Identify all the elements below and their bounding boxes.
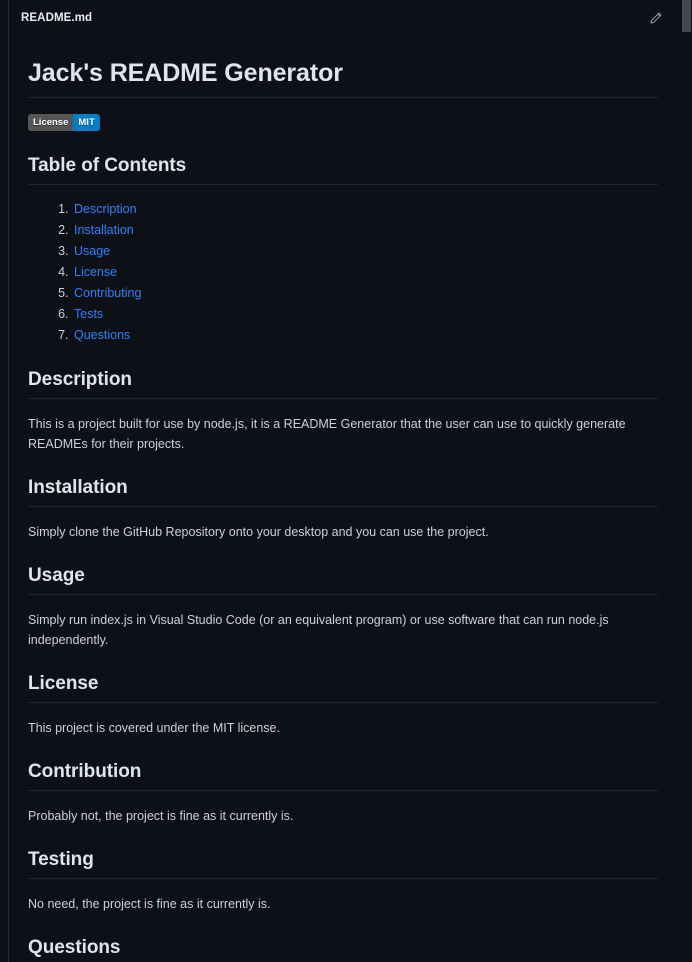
section-body-license: This project is covered under the MIT li…: [28, 721, 280, 735]
section-heading-contribution: Contribution: [28, 761, 658, 791]
toc-link-tests[interactable]: Tests: [74, 307, 103, 321]
section-heading-testing: Testing: [28, 849, 658, 879]
pencil-edit-icon[interactable]: [646, 8, 666, 28]
editor-tabbar: README.md: [0, 0, 692, 35]
section-body-installation: Simply clone the GitHub Repository onto …: [28, 525, 489, 539]
section-heading-usage: Usage: [28, 565, 658, 595]
section-body-usage: Simply run index.js in Visual Studio Cod…: [28, 613, 609, 647]
toc-heading: Table of Contents: [28, 155, 658, 185]
page-title: Jack's README Generator: [28, 59, 658, 98]
toc-link-contributing[interactable]: Contributing: [74, 286, 141, 300]
tab-readme-md[interactable]: README.md: [21, 12, 92, 24]
section-body-testing: No need, the project is fine as it curre…: [28, 897, 271, 911]
list-item: Usage: [72, 241, 658, 262]
table-of-contents: Description Installation Usage License C…: [28, 199, 658, 346]
scrollbar-thumb[interactable]: [682, 0, 691, 32]
section-heading-license: License: [28, 673, 658, 703]
section-heading-installation: Installation: [28, 477, 658, 507]
list-item: Installation: [72, 220, 658, 241]
toc-link-usage[interactable]: Usage: [74, 244, 110, 258]
toc-link-description[interactable]: Description: [74, 202, 137, 216]
left-edge-divider: [8, 0, 9, 962]
list-item: Description: [72, 199, 658, 220]
toc-link-questions[interactable]: Questions: [74, 328, 130, 342]
section-body-description: This is a project built for use by node.…: [28, 417, 626, 451]
markdown-document: Jack's README Generator License MIT Tabl…: [0, 35, 692, 962]
list-item: Questions: [72, 325, 658, 346]
vertical-scrollbar[interactable]: [682, 0, 692, 962]
markdown-preview-window: README.md Jack's README Generator Licens…: [0, 0, 692, 962]
license-badge-row: License MIT: [28, 114, 658, 132]
list-item: Contributing: [72, 283, 658, 304]
toc-link-installation[interactable]: Installation: [74, 223, 134, 237]
list-item: Tests: [72, 304, 658, 325]
license-badge[interactable]: License MIT: [28, 114, 100, 132]
section-heading-questions: Questions: [28, 937, 658, 962]
section-heading-description: Description: [28, 369, 658, 399]
list-item: License: [72, 262, 658, 283]
license-badge-value: MIT: [73, 114, 100, 132]
license-badge-label: License: [28, 114, 74, 132]
section-body-contribution: Probably not, the project is fine as it …: [28, 809, 294, 823]
toc-link-license[interactable]: License: [74, 265, 117, 279]
